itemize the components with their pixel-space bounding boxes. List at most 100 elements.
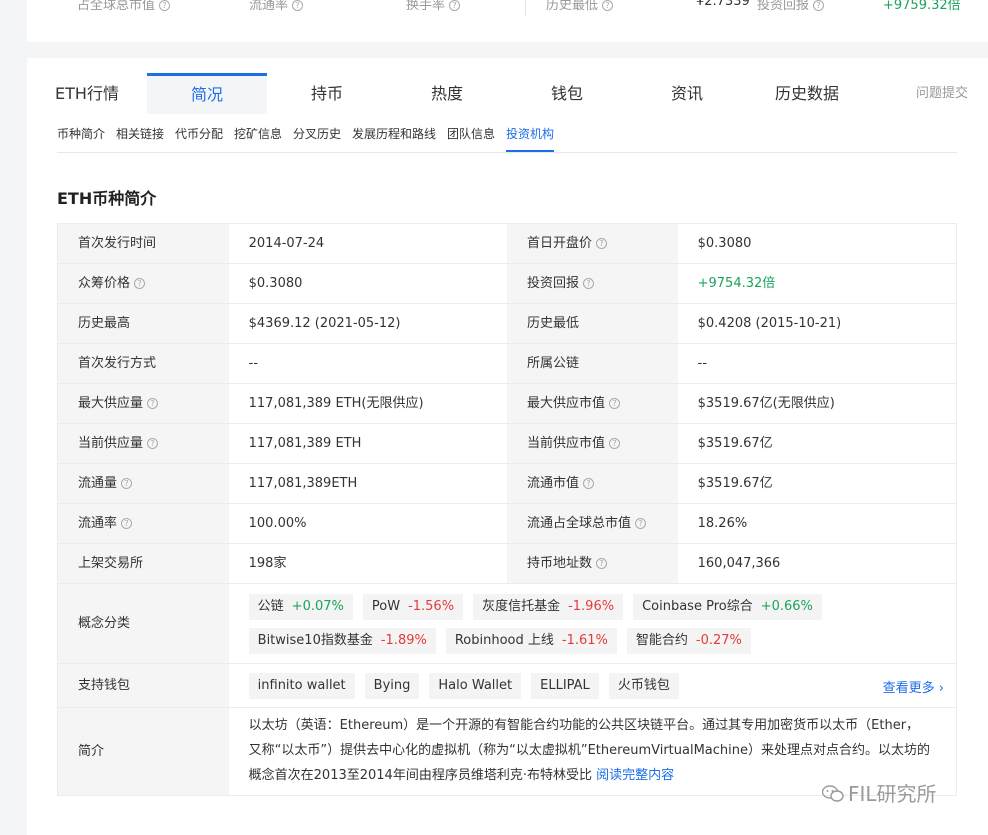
row-label: 流通率? bbox=[58, 504, 229, 543]
help-icon[interactable]: ? bbox=[121, 518, 133, 529]
concept-chip[interactable]: PoW -1.56% bbox=[362, 594, 464, 620]
help-icon[interactable]: ? bbox=[602, 0, 614, 11]
tab-overview[interactable]: 简况 bbox=[147, 73, 267, 114]
help-icon[interactable]: ? bbox=[292, 0, 304, 11]
help-icon[interactable]: ? bbox=[449, 0, 461, 11]
subtab-investors[interactable]: 投资机构 bbox=[506, 125, 554, 142]
row-value: 117,081,389ETH bbox=[248, 476, 358, 491]
row-value: 117,081,389 ETH bbox=[248, 436, 362, 451]
row-value: 100.00% bbox=[248, 516, 307, 531]
see-more-link[interactable]: 查看更多 › bbox=[883, 677, 944, 696]
wallets-label: 支持钱包 bbox=[58, 664, 229, 707]
concept-chip[interactable]: 公链 +0.07% bbox=[248, 594, 353, 620]
row-value: 198家 bbox=[248, 556, 287, 571]
tab-wallet[interactable]: 钱包 bbox=[507, 73, 627, 114]
wallet-chip[interactable]: Bying bbox=[364, 673, 420, 699]
row-label: 持币地址数? bbox=[507, 544, 678, 583]
divider bbox=[57, 152, 957, 153]
table-row: 众筹价格? $0.3080 投资回报? +9754.32倍 bbox=[58, 264, 956, 304]
wallet-chip[interactable]: Halo Wallet bbox=[429, 673, 522, 699]
wallets-list: infinito wallet Bying Halo Wallet ELLIPA… bbox=[229, 664, 956, 707]
table-row: 当前供应量? 117,081,389 ETH 当前供应市值? $3519.67亿 bbox=[58, 424, 956, 464]
concept-chip[interactable]: 灰度信托基金 -1.96% bbox=[473, 594, 624, 620]
page: 占全球总市值? 流通率? 换手率? 历史最低? ¥2.7339 投资回报? +9… bbox=[0, 0, 988, 835]
table-row: 首次发行方式 -- 所属公链 -- bbox=[58, 344, 956, 384]
wechat-icon bbox=[822, 785, 844, 802]
row-label: 上架交易所 bbox=[58, 544, 229, 583]
feedback-link[interactable]: 问题提交 bbox=[907, 73, 977, 114]
row-label: 流通占全球总市值? bbox=[507, 504, 678, 543]
turnover-stat: 换手率? bbox=[406, 0, 461, 13]
subtab-bar: 币种简介 相关链接 代币分配 挖矿信息 分叉历史 发展历程和路线 团队信息 投资… bbox=[27, 114, 988, 152]
tab-news[interactable]: 资讯 bbox=[627, 73, 747, 114]
help-icon[interactable]: ? bbox=[583, 478, 595, 489]
tab-history-data[interactable]: 历史数据 bbox=[747, 73, 867, 114]
global-share-stat: 占全球总市值? bbox=[77, 0, 171, 13]
row-label: 历史最高 bbox=[58, 304, 229, 343]
top-stats-card: 占全球总市值? 流通率? 换手率? 历史最低? ¥2.7339 投资回报? +9… bbox=[27, 0, 988, 42]
row-label: 投资回报? bbox=[507, 264, 678, 303]
tab-popularity[interactable]: 热度 bbox=[387, 73, 507, 114]
row-label: 首日开盘价? bbox=[507, 224, 678, 263]
row-label: 历史最低 bbox=[507, 304, 678, 343]
row-value: $0.4208 (2015-10-21) bbox=[697, 316, 842, 331]
row-value: 18.26% bbox=[697, 516, 748, 531]
wallet-chip[interactable]: ELLIPAL bbox=[531, 673, 599, 699]
tab-bar: ETH行情 简况 持币 热度 钱包 资讯 历史数据 问题提交 bbox=[27, 58, 988, 114]
wallet-chip[interactable]: infinito wallet bbox=[248, 673, 355, 699]
wallet-chip[interactable]: 火币钱包 bbox=[608, 673, 679, 699]
history-low-value: ¥2.7339 bbox=[696, 0, 750, 9]
help-icon[interactable]: ? bbox=[583, 278, 595, 289]
intro-text: 以太坊（英语：Ethereum）是一个开源的有智能合约功能的公共区块链平台。通过… bbox=[248, 718, 931, 783]
subtab-mining[interactable]: 挖矿信息 bbox=[234, 125, 282, 142]
tab-eth-market[interactable]: ETH行情 bbox=[27, 73, 147, 114]
row-label: 众筹价格? bbox=[58, 264, 229, 303]
concept-chip[interactable]: Robinhood 上线 -1.61% bbox=[445, 628, 617, 654]
table-row: 上架交易所 198家 持币地址数? 160,047,366 bbox=[58, 544, 956, 584]
row-label: 流通市值? bbox=[507, 464, 678, 503]
subtab-links[interactable]: 相关链接 bbox=[116, 125, 164, 142]
subtab-fork-history[interactable]: 分叉历史 bbox=[293, 125, 341, 142]
help-icon[interactable]: ? bbox=[609, 438, 621, 449]
row-label: 最大供应市值? bbox=[507, 384, 678, 423]
concepts-list: 公链 +0.07% PoW -1.56% 灰度信托基金 -1.96% Coinbase… bbox=[229, 584, 956, 663]
concept-chip[interactable]: Coinbase Pro综合 +0.66% bbox=[633, 594, 822, 620]
subtab-intro[interactable]: 币种简介 bbox=[57, 125, 105, 142]
row-value: $3519.67亿 bbox=[697, 476, 773, 491]
row-value: 160,047,366 bbox=[697, 556, 781, 571]
help-icon[interactable]: ? bbox=[147, 398, 159, 409]
subtab-token-distribution[interactable]: 代币分配 bbox=[175, 125, 223, 142]
row-value: $3519.67亿(无限供应) bbox=[697, 396, 835, 411]
main-card: ETH行情 简况 持币 热度 钱包 资讯 历史数据 问题提交 币种简介 相关链接… bbox=[27, 58, 988, 835]
subtab-roadmap[interactable]: 发展历程和路线 bbox=[352, 125, 436, 142]
row-value: -- bbox=[697, 356, 708, 371]
table-row: 流通量? 117,081,389ETH 流通市值? $3519.67亿 bbox=[58, 464, 956, 504]
concepts-row: 概念分类 公链 +0.07% PoW -1.56% 灰度信托基金 -1.96% Coi… bbox=[58, 584, 956, 664]
help-icon[interactable]: ? bbox=[635, 518, 647, 529]
watermark: FIL研究所 bbox=[822, 778, 937, 807]
section-title: ETH币种简介 bbox=[57, 189, 157, 208]
row-label: 首次发行方式 bbox=[58, 344, 229, 383]
intro-label: 简介 bbox=[58, 708, 229, 795]
concept-chip[interactable]: Bitwise10指数基金 -1.89% bbox=[248, 628, 436, 654]
subtab-team[interactable]: 团队信息 bbox=[447, 125, 495, 142]
help-icon[interactable]: ? bbox=[813, 0, 825, 11]
circulation-rate-stat: 流通率? bbox=[249, 0, 304, 13]
concept-chip[interactable]: 智能合约 -0.27% bbox=[626, 628, 751, 654]
help-icon[interactable]: ? bbox=[596, 238, 608, 249]
help-icon[interactable]: ? bbox=[121, 478, 133, 489]
wallets-row: 支持钱包 infinito wallet Bying Halo Wallet E… bbox=[58, 664, 956, 708]
help-icon[interactable]: ? bbox=[134, 278, 146, 289]
tab-holdings[interactable]: 持币 bbox=[267, 73, 387, 114]
row-label: 首次发行时间 bbox=[58, 224, 229, 263]
row-value: +9754.32倍 bbox=[697, 276, 776, 291]
help-icon[interactable]: ? bbox=[159, 0, 171, 11]
help-icon[interactable]: ? bbox=[609, 398, 621, 409]
help-icon[interactable]: ? bbox=[596, 558, 608, 569]
row-value: 2014-07-24 bbox=[248, 236, 325, 251]
read-full-link[interactable]: 阅读完整内容 bbox=[596, 768, 674, 783]
row-label: 最大供应量? bbox=[58, 384, 229, 423]
row-value: -- bbox=[248, 356, 259, 371]
table-row: 历史最高 $4369.12 (2021-05-12) 历史最低 $0.4208 … bbox=[58, 304, 956, 344]
help-icon[interactable]: ? bbox=[147, 438, 159, 449]
